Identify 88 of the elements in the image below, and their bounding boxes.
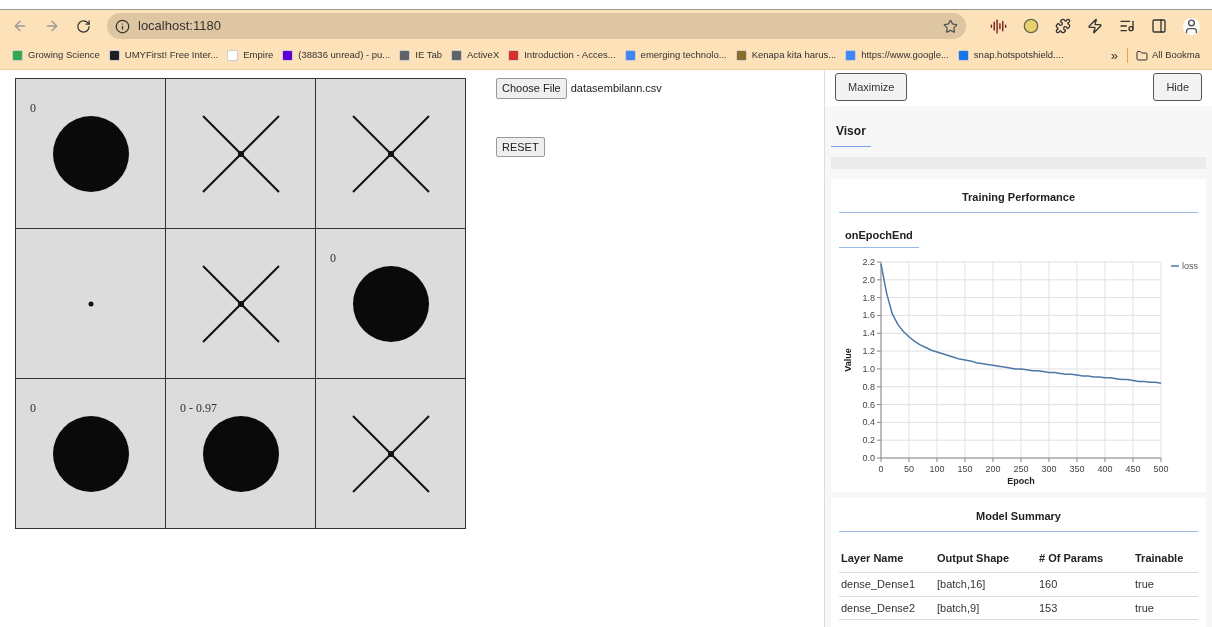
bookmark-item[interactable]: UMYFirst! Free Inter... bbox=[108, 48, 219, 63]
board-cell[interactable] bbox=[16, 229, 166, 379]
cell-score: 0 bbox=[330, 250, 336, 267]
x-tick-label: 100 bbox=[929, 464, 945, 474]
folder-icon bbox=[1135, 49, 1148, 62]
x-axis-title: Epoch bbox=[1007, 476, 1035, 486]
more-bookmarks-button[interactable]: » bbox=[1110, 45, 1118, 66]
board-cell[interactable]: 0 bbox=[316, 229, 466, 379]
table-cell: dense_Dense2 bbox=[839, 596, 935, 620]
y-tick-label: 1.2 bbox=[862, 346, 875, 357]
board-cell[interactable]: 0 bbox=[16, 79, 166, 229]
y-tick-label: 1.0 bbox=[862, 363, 875, 374]
board-cell[interactable]: 0 - 0.97 bbox=[166, 379, 316, 529]
bookmark-item[interactable]: (38836 unread) - pu... bbox=[282, 48, 391, 63]
table-cell: true bbox=[1133, 596, 1198, 620]
column-header: Layer Name bbox=[839, 543, 935, 573]
dot-mark bbox=[88, 301, 94, 307]
x-tick-label: 450 bbox=[1125, 464, 1141, 474]
column-header: Output Shape bbox=[935, 543, 1037, 573]
choose-file-button[interactable]: Choose File bbox=[496, 78, 567, 99]
bookmark-item[interactable]: emerging technolo... bbox=[624, 48, 727, 63]
y-tick-label: 0.2 bbox=[862, 435, 875, 446]
x-tick-label: 0 bbox=[878, 464, 884, 474]
x-tick-label: 150 bbox=[957, 464, 973, 474]
reset-button[interactable]: RESET bbox=[496, 136, 545, 157]
table-cell: true bbox=[1133, 573, 1198, 597]
card-title: Model Summary bbox=[839, 508, 1198, 532]
cell-score: 0 - 0.97 bbox=[180, 400, 217, 417]
address-bar[interactable]: localhost:1180 bbox=[107, 13, 966, 39]
all-bookmarks-label: All Bookma bbox=[1151, 48, 1200, 63]
y-tick-label: 1.6 bbox=[862, 310, 875, 321]
info-icon bbox=[115, 18, 130, 34]
cell-score: 0 bbox=[30, 100, 36, 117]
y-tick-label: 0.6 bbox=[862, 399, 875, 410]
url-text: localhost:1180 bbox=[138, 17, 222, 36]
reload-icon[interactable] bbox=[76, 18, 91, 34]
bookmark-item[interactable]: ActiveX bbox=[451, 48, 500, 63]
lightning-icon[interactable] bbox=[1087, 18, 1103, 34]
y-axis-title: Value bbox=[843, 348, 853, 372]
x-tick-label: 250 bbox=[1013, 464, 1029, 474]
circle-icon[interactable] bbox=[1023, 18, 1039, 34]
subtab[interactable]: onEpochEnd bbox=[839, 226, 919, 248]
bookmark-item[interactable]: IE Tab bbox=[399, 48, 442, 63]
table-cell: 153 bbox=[1037, 596, 1133, 620]
file-name: datasembilann.csv bbox=[570, 81, 662, 96]
table-cell: [batch,16] bbox=[935, 573, 1037, 597]
extensions-icon[interactable] bbox=[1055, 18, 1071, 34]
bookmark-item[interactable]: Empire bbox=[227, 48, 274, 63]
table-cell: dense_Dense1 bbox=[839, 573, 935, 597]
bookmark-item[interactable]: https://www.google... bbox=[845, 48, 949, 63]
y-tick-label: 0.0 bbox=[862, 453, 875, 463]
profile-icon[interactable] bbox=[1183, 17, 1200, 35]
column-header: Trainable bbox=[1133, 543, 1198, 573]
x-tick-label: 350 bbox=[1069, 464, 1085, 474]
table-cell: 160 bbox=[1037, 573, 1133, 597]
bookmark-item[interactable]: snap.hotspotshield.... bbox=[957, 48, 1064, 63]
table-cell: [batch,9] bbox=[935, 596, 1037, 620]
side-panel-icon[interactable] bbox=[1151, 18, 1167, 34]
board-cell[interactable] bbox=[316, 379, 466, 529]
card-title: Training Performance bbox=[839, 189, 1198, 213]
board-cell[interactable] bbox=[166, 229, 316, 379]
x-tick-label: 500 bbox=[1153, 464, 1169, 474]
media-icon[interactable] bbox=[1119, 18, 1135, 34]
legend-label: loss bbox=[1182, 261, 1198, 271]
board-cell[interactable] bbox=[166, 79, 316, 229]
maximize-button[interactable]: Maximize bbox=[835, 73, 908, 101]
bookmark-item[interactable]: Kenapa kita harus... bbox=[735, 48, 837, 63]
board-cell[interactable] bbox=[316, 79, 466, 229]
y-tick-label: 0.8 bbox=[862, 381, 875, 392]
y-tick-label: 2.0 bbox=[862, 274, 875, 285]
column-header: # Of Params bbox=[1037, 543, 1133, 573]
y-tick-label: 1.4 bbox=[862, 328, 875, 339]
bookmark-item[interactable]: Growing Science bbox=[12, 48, 100, 63]
x-tick-label: 50 bbox=[904, 464, 914, 474]
hide-button[interactable]: Hide bbox=[1153, 73, 1202, 101]
bookmark-item[interactable]: Introduction - Acces... bbox=[508, 48, 616, 63]
board-cell[interactable]: 0 bbox=[16, 379, 166, 529]
x-tick-label: 400 bbox=[1097, 464, 1113, 474]
y-tick-label: 0.4 bbox=[862, 417, 875, 428]
audio-icon[interactable] bbox=[990, 17, 1007, 35]
bookmark-star-icon[interactable] bbox=[943, 18, 958, 34]
y-tick-label: 2.2 bbox=[862, 257, 875, 267]
visor-tab[interactable]: Visor bbox=[831, 122, 871, 147]
cell-score: 0 bbox=[30, 400, 36, 417]
y-tick-label: 1.8 bbox=[862, 292, 875, 303]
x-tick-label: 200 bbox=[985, 464, 1001, 474]
all-bookmarks-item[interactable]: All Bookma bbox=[1126, 48, 1200, 63]
x-tick-label: 300 bbox=[1041, 464, 1057, 474]
